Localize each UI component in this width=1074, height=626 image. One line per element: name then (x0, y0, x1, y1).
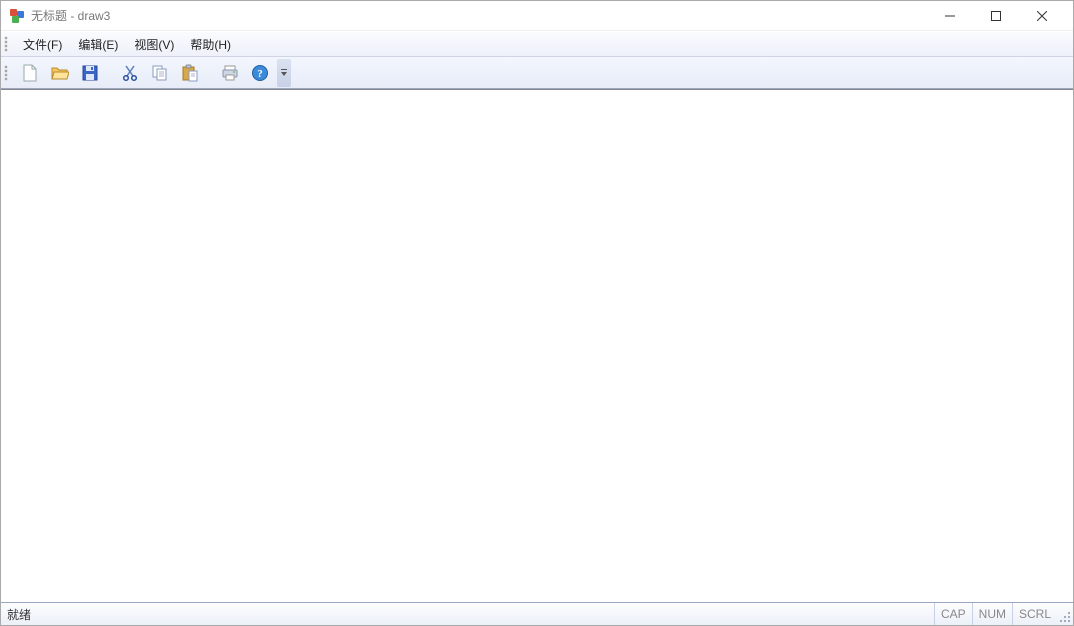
new-file-button[interactable] (16, 59, 44, 87)
minimize-button[interactable] (927, 1, 973, 31)
menu-view[interactable]: 视图(V) (126, 33, 182, 56)
menu-file[interactable]: 文件(F) (15, 33, 70, 56)
status-num: NUM (972, 603, 1012, 625)
toolbar-gripper[interactable] (5, 64, 11, 82)
title-bar: 无标题 - draw3 (1, 1, 1073, 31)
toolbar: ? (1, 57, 1073, 89)
resize-grip[interactable] (1057, 603, 1073, 625)
new-file-icon (21, 64, 39, 82)
copy-button[interactable] (146, 59, 174, 87)
paste-icon (181, 64, 199, 82)
help-button[interactable]: ? (246, 59, 274, 87)
menu-help[interactable]: 帮助(H) (182, 33, 239, 56)
status-bar: 就绪 CAP NUM SCRL (1, 602, 1073, 625)
svg-text:?: ? (257, 68, 263, 80)
print-icon (221, 64, 239, 82)
menu-bar: 文件(F) 编辑(E) 视图(V) 帮助(H) (1, 31, 1073, 57)
cut-button[interactable] (116, 59, 144, 87)
close-button[interactable] (1019, 1, 1065, 31)
status-ready: 就绪 (1, 606, 37, 623)
canvas-area[interactable] (1, 89, 1073, 602)
menu-edit[interactable]: 编辑(E) (70, 33, 126, 56)
help-icon: ? (251, 64, 269, 82)
toolbar-overflow-button[interactable] (277, 59, 291, 87)
save-file-button[interactable] (76, 59, 104, 87)
status-cap: CAP (934, 603, 972, 625)
copy-icon (151, 64, 169, 82)
app-icon (9, 8, 25, 24)
maximize-button[interactable] (973, 1, 1019, 31)
window-title: 无标题 - draw3 (31, 7, 110, 24)
open-file-button[interactable] (46, 59, 74, 87)
cut-icon (121, 64, 139, 82)
menu-gripper[interactable] (5, 35, 11, 53)
status-scrl: SCRL (1012, 603, 1057, 625)
save-file-icon (81, 64, 99, 82)
paste-button[interactable] (176, 59, 204, 87)
print-button[interactable] (216, 59, 244, 87)
window-controls (927, 1, 1065, 31)
open-file-icon (51, 64, 69, 82)
